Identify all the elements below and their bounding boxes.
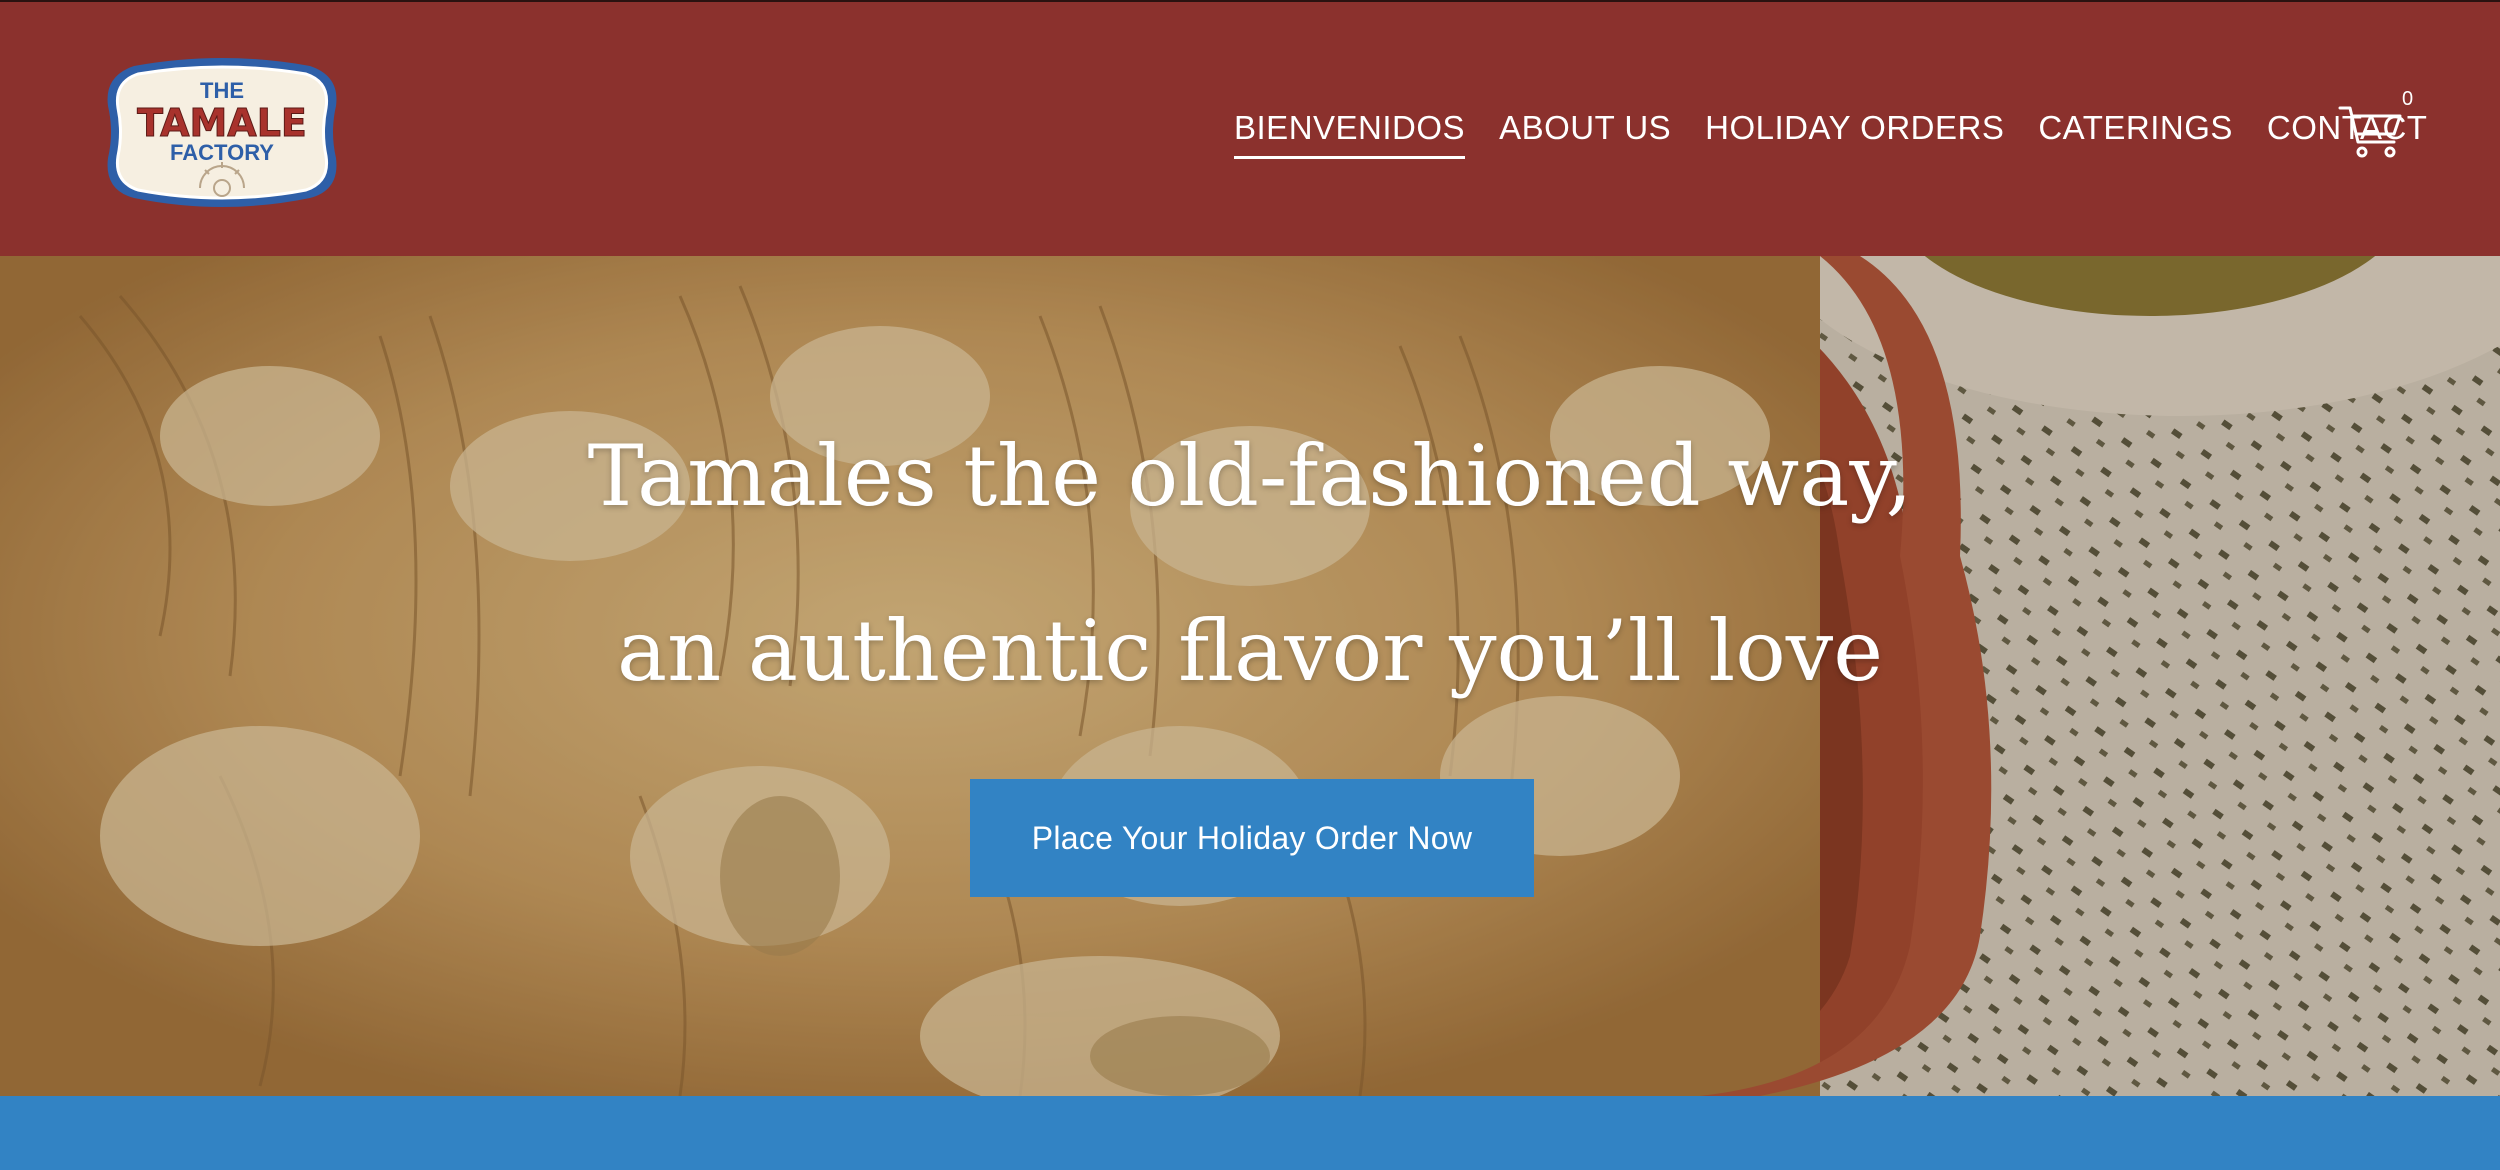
hero-title-line-2: an authentic flavor you’ll love — [617, 602, 1883, 700]
logo-text-tamale: TAMALE — [137, 101, 307, 145]
main-nav: BIENVENIDOS ABOUT US HOLIDAY ORDERS CATE… — [1234, 108, 2461, 159]
logo-text-the: THE — [200, 78, 244, 103]
nav-item-caterings[interactable]: CATERINGS — [2038, 108, 2233, 156]
nav-item-about-us[interactable]: ABOUT US — [1499, 108, 1671, 156]
tamale-factory-logo[interactable]: THE TAMALE FACTORY — [104, 56, 340, 208]
nav-item-bienvenidos[interactable]: BIENVENIDOS — [1234, 108, 1466, 159]
hero-section: Tamales the old-fashioned way, an authen… — [0, 256, 2500, 1096]
nav-item-holiday-orders[interactable]: HOLIDAY ORDERS — [1705, 108, 2004, 156]
site-header: THE TAMALE FACTORY BIENVENIDOS ABOUT US … — [0, 0, 2500, 256]
logo-text-factory: FACTORY — [170, 140, 274, 165]
cart-count-badge: 0 — [2402, 88, 2414, 110]
place-holiday-order-button[interactable]: Place Your Holiday Order Now — [970, 779, 1534, 897]
hero-title-line-1: Tamales the old-fashioned way, — [587, 427, 1913, 525]
shopping-cart-icon[interactable] — [2338, 100, 2404, 160]
blue-section-band — [0, 1096, 2500, 1170]
